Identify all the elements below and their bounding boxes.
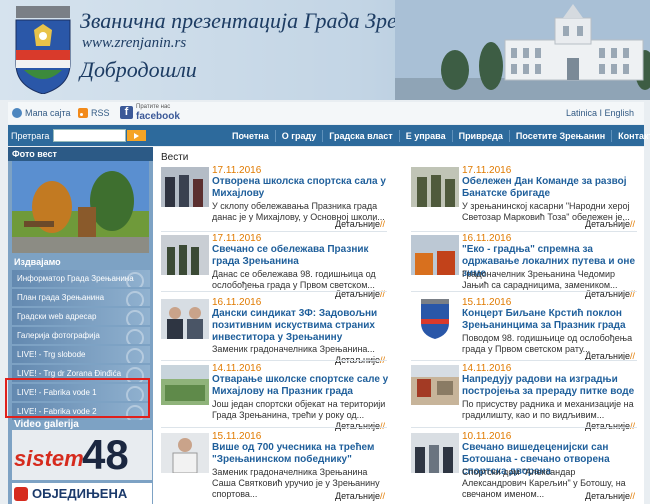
search-button[interactable] [127,130,147,141]
news-item[interactable]: 16.11.2016 Дански синдикат 3Ф: Задовољни… [161,297,391,365]
news-item[interactable]: 17.11.2016 Обележен Дан Команде за разво… [411,165,641,229]
more-link[interactable]: Детаљније [585,421,635,431]
news-item[interactable]: 17.11.2016 Отворена школска спортска сал… [161,165,391,229]
news-item[interactable]: 14.11.2016 Отварање школске спортске сал… [161,363,391,431]
nav-visit[interactable]: Посетите Зрењанин [510,129,613,142]
photo-news-title: Фото вест [8,147,153,161]
nav-menu: Почетна О граду Градска власт Е управа П… [226,125,650,146]
news-item[interactable]: 15.11.2016 Више од 700 учесника на треће… [161,431,391,501]
divider [161,231,387,232]
nav-city-government[interactable]: Градска власт [323,129,400,142]
news-item[interactable]: 16.11.2016 "Еко - градња" спремна за одр… [411,233,641,299]
banner-logo-icon [14,487,28,501]
welcome-text: Добродошли [80,57,197,82]
divider [411,231,637,232]
more-link[interactable]: Детаљније [585,491,635,501]
facebook-link[interactable]: f Пратите нас facebook [120,103,180,122]
video-gallery-link[interactable]: Video galerija [14,419,79,430]
sidebar-item-informator[interactable]: Информатор Града Зрењанина [12,270,150,287]
site-url: www.zrenjanin.rs [82,35,187,51]
home-icon [12,108,22,118]
town-hall-image [395,0,650,100]
news-item[interactable]: 15.11.2016 Концерт Биљане Крстић поклон … [411,297,641,361]
divider [411,291,637,292]
site-header: Званична презентација Града Зрењанина ww… [0,0,650,100]
news-section: Вести 17.11.2016 Отворена школска спортс… [153,147,644,504]
divider [161,360,387,361]
sidebar-item-web-directory[interactable]: Градски web адресар [12,308,150,325]
utility-bar: Мапа сајта RSS f Пратите нас facebook La… [8,102,644,124]
more-link[interactable]: Детаљније [335,491,385,501]
divider [161,427,387,428]
divider [161,291,387,292]
news-section-title: Вести [161,152,189,163]
objedinjena-banner[interactable]: ОБЈЕДИЊЕНА [12,483,152,504]
sistem48-banner[interactable]: sistem 48 [12,430,152,480]
featured-title: Издвајамо [14,257,61,267]
sidebar-item-live-trg-slobode[interactable]: LIVE! - Trg slobode [12,346,150,363]
news-thumbnail[interactable] [161,235,209,275]
nav-e-government[interactable]: Е управа [400,129,453,142]
news-thumbnail[interactable] [411,365,459,405]
news-crest-thumbnail[interactable] [411,299,459,339]
main-navbar: Претрага Почетна О граду Градска власт Е… [8,125,650,146]
highlight-box [5,378,150,418]
nav-economy[interactable]: Привреда [453,129,510,142]
sidebar-item-photo-gallery[interactable]: Галерија фотографија [12,327,150,344]
search-label: Претрага [11,130,50,141]
news-thumbnail[interactable] [411,167,459,207]
more-link[interactable]: Детаљније [335,421,385,431]
rss-icon [78,108,88,118]
divider [411,427,637,428]
city-crest-logo[interactable] [14,6,72,94]
more-link[interactable]: Детаљније [585,219,635,229]
nav-about-city[interactable]: О граду [276,129,324,142]
more-link[interactable]: Детаљније [335,219,385,229]
search-input[interactable] [53,129,127,142]
language-switch[interactable]: Latinica I English [566,108,634,118]
facebook-icon: f [120,105,133,119]
sidebar-item-city-map[interactable]: План града Зрењанина [12,289,150,306]
photo-news-image[interactable] [12,161,149,253]
news-item[interactable]: 14.11.2016 Напредују радови на изградњи … [411,363,641,431]
news-thumbnail[interactable] [161,299,209,339]
news-thumbnail[interactable] [161,433,209,473]
sitemap-link[interactable]: Мапа сајта [12,108,71,118]
nav-contact[interactable]: Контакт [612,130,650,142]
divider [411,360,637,361]
news-thumbnail[interactable] [411,433,459,473]
news-thumbnail[interactable] [161,167,209,207]
news-item[interactable]: 17.11.2016 Свечано се обележава Празник … [161,233,391,299]
nav-home[interactable]: Почетна [226,129,276,142]
news-item[interactable]: 10.11.2016 Свечано вишедеценијски сан Бо… [411,431,641,501]
rss-link[interactable]: RSS [78,108,110,118]
news-thumbnail[interactable] [161,365,209,405]
news-thumbnail[interactable] [411,235,459,275]
